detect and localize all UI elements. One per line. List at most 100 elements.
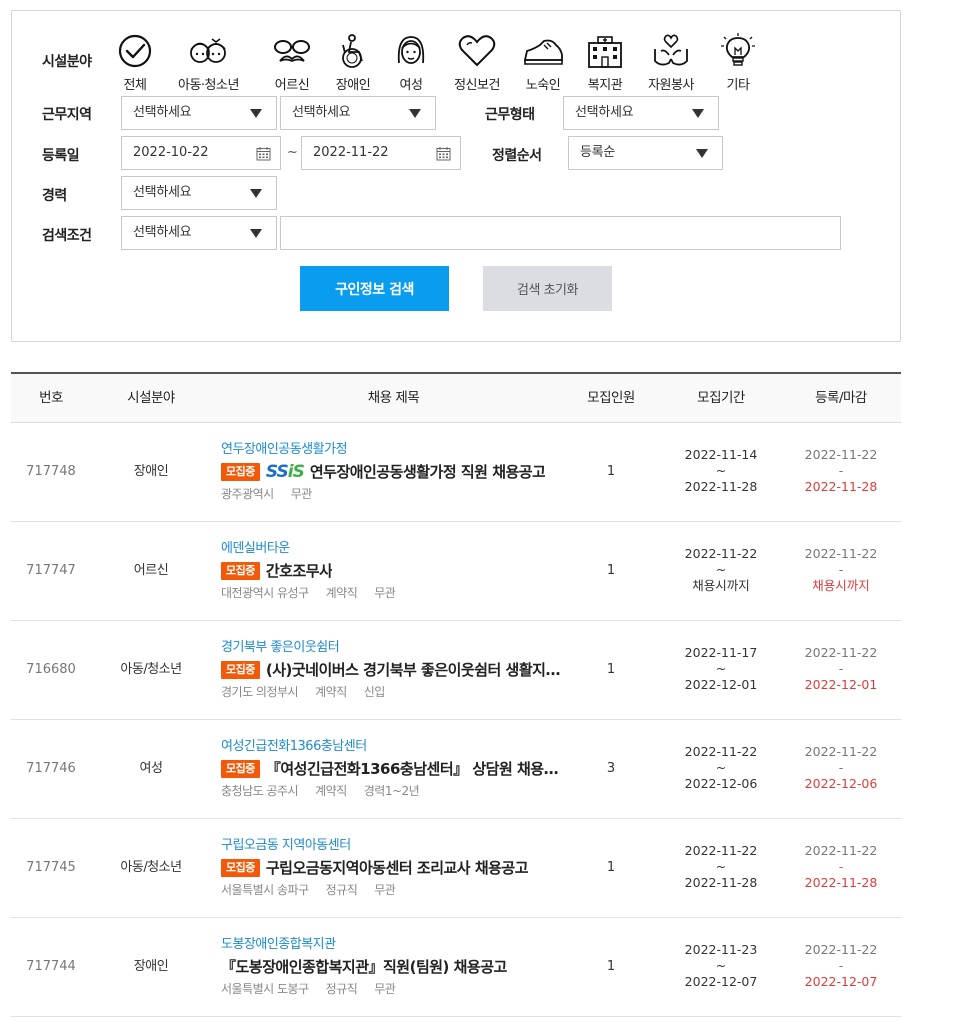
category-women[interactable]: 여성 [381, 33, 441, 93]
recruiting-badge: 모집중 [221, 858, 260, 877]
row-title-cell: 여성긴급전화1366충남센터 모집중 『여성긴급전화1366충남센터』 상담원 … [221, 737, 566, 801]
category-all[interactable]: 전체 [105, 33, 165, 93]
row-period-end: 채용시까지 [692, 578, 750, 593]
row-no: 716680 [26, 662, 76, 677]
row-period: 2022-11-14 ~ 2022-11-28 [671, 447, 771, 495]
row-period-sep: ~ [715, 859, 727, 874]
row-period-start: 2022-11-14 [684, 447, 758, 462]
date-to-input[interactable]: 2022-11-22 [301, 136, 461, 170]
table-row[interactable]: 717744 장애인 도봉장애인종합복지관 『도봉장애인종합복지관』직원(팀원)… [11, 918, 901, 1017]
row-title-line: 모집중 『여성긴급전화1366충남센터』 상담원 채용공고 [221, 756, 566, 781]
row-period-start: 2022-11-22 [684, 843, 758, 858]
row-title-link[interactable]: (사)굿네이버스 경기북부 좋은이웃쉼터 생활지도원 채용 [266, 659, 566, 680]
calendar-icon[interactable] [436, 146, 451, 161]
row-reg-sep: - [838, 958, 844, 973]
region-select-2[interactable]: 선택하세요 [280, 96, 436, 130]
worktype-select[interactable]: 선택하세요 [563, 96, 719, 130]
row-count: 1 [606, 563, 616, 578]
row-period: 2022-11-17 ~ 2022-12-01 [671, 645, 771, 693]
lightbulb-icon [721, 33, 755, 66]
row-org-link[interactable]: 경기북부 좋은이웃쉼터 [221, 638, 566, 657]
row-title-cell: 도봉장애인종합복지관 『도봉장애인종합복지관』직원(팀원) 채용공고 서울특별시… [221, 935, 566, 999]
row-deadline: 2022-12-01 [804, 677, 878, 692]
table-row[interactable]: 717747 어르신 에덴실버타운 모집중 간호조무사 대전광역시 유성구 계약… [11, 522, 901, 621]
row-meta-region: 대전광역시 유성구 [221, 586, 309, 600]
row-title-link[interactable]: 연두장애인공동생활가정 직원 채용공고 [310, 461, 546, 482]
row-period-sep: ~ [715, 760, 727, 775]
row-period: 2022-11-22 ~ 2022-11-28 [671, 843, 771, 891]
category-welfare-center[interactable]: 복지관 [575, 33, 635, 93]
date-from-input[interactable]: 2022-10-22 [121, 136, 281, 170]
row-meta-type: 계약직 [325, 586, 358, 600]
row-reg: 2022-11-22 - 2022-12-07 [791, 942, 891, 990]
keyword-input[interactable] [280, 216, 841, 250]
category-mental-health[interactable]: 정신보건 [447, 33, 507, 93]
row-reg-date: 2022-11-22 [804, 645, 878, 660]
row-period-end: 2022-12-07 [684, 974, 758, 989]
header-no: 번호 [39, 390, 63, 406]
dropdown-arrow-icon [250, 109, 262, 118]
dropdown-arrow-icon [409, 109, 421, 118]
row-org-link[interactable]: 구립오금동 지역아동센터 [221, 836, 566, 855]
table-row[interactable]: 717745 아동/청소년 구립오금동 지역아동센터 모집중 구립오금동지역아동… [11, 819, 901, 918]
row-deadline: 2022-11-28 [804, 479, 878, 494]
row-category: 장애인 [133, 959, 169, 974]
category-volunteer[interactable]: 자원봉사 [641, 33, 701, 93]
row-org-link[interactable]: 연두장애인공동생활가정 [221, 440, 566, 459]
dropdown-arrow-icon [250, 189, 262, 198]
sort-select[interactable]: 등록순 [568, 136, 723, 170]
row-period-sep: ~ [715, 562, 727, 577]
row-meta-region: 충청남도 공주시 [221, 784, 299, 798]
category-label-text: 여성 [399, 78, 423, 93]
condition-label: 검색조건 [42, 228, 92, 244]
row-category: 장애인 [133, 464, 169, 479]
category-etc[interactable]: 기타 [708, 33, 768, 93]
region-select-1[interactable]: 선택하세요 [121, 96, 277, 130]
table-row[interactable]: 717748 장애인 연두장애인공동생활가정 모집중 SSiS 연두장애인공동생… [11, 423, 901, 522]
row-category: 여성 [139, 761, 163, 776]
row-meta-career: 신입 [363, 685, 386, 699]
date-label: 등록일 [42, 148, 80, 164]
dropdown-arrow-icon [250, 229, 262, 238]
category-disabled[interactable]: 장애인 [323, 33, 383, 93]
condition-select[interactable]: 선택하세요 [121, 216, 277, 250]
table-row[interactable]: 717746 여성 여성긴급전화1366충남센터 모집중 『여성긴급전화1366… [11, 720, 901, 819]
row-count: 1 [606, 662, 616, 677]
category-children[interactable]: 아동·청소년 [178, 33, 239, 93]
row-title-link[interactable]: 간호조무사 [266, 560, 333, 581]
career-label: 경력 [42, 188, 67, 204]
row-title-cell: 에덴실버타운 모집중 간호조무사 대전광역시 유성구 계약직 무관 [221, 539, 566, 603]
table-row[interactable]: 716680 아동/청소년 경기북부 좋은이웃쉼터 모집중 (사)굿네이버스 경… [11, 621, 901, 720]
row-org-link[interactable]: 여성긴급전화1366충남센터 [221, 737, 566, 756]
children-icon [190, 38, 226, 63]
row-period: 2022-11-22 ~ 2022-12-06 [671, 744, 771, 792]
row-period-end: 2022-12-01 [684, 677, 758, 692]
row-title-link[interactable]: 『여성긴급전화1366충남센터』 상담원 채용공고 [266, 758, 566, 779]
search-button[interactable]: 구인정보 검색 [300, 266, 449, 311]
row-meta: 충청남도 공주시 계약직 경력1~2년 [221, 781, 566, 801]
reset-button[interactable]: 검색 초기화 [483, 266, 612, 311]
region-label: 근무지역 [42, 107, 92, 123]
category-homeless[interactable]: 노숙인 [513, 33, 573, 93]
career-select[interactable]: 선택하세요 [121, 176, 277, 210]
row-title-link[interactable]: 구립오금동지역아동센터 조리교사 채용공고 [266, 857, 528, 878]
header-category: 시설분야 [127, 390, 175, 406]
row-meta: 서울특별시 송파구 정규직 무관 [221, 880, 566, 900]
row-period-start: 2022-11-22 [684, 744, 758, 759]
category-label: 시설분야 [42, 54, 92, 70]
row-title-cell: 구립오금동 지역아동센터 모집중 구립오금동지역아동센터 조리교사 채용공고 서… [221, 836, 566, 900]
row-no: 717747 [26, 563, 76, 578]
row-title-cell: 경기북부 좋은이웃쉼터 모집중 (사)굿네이버스 경기북부 좋은이웃쉼터 생활지… [221, 638, 566, 702]
category-senior[interactable]: 어르신 [262, 33, 322, 93]
row-title-link[interactable]: 『도봉장애인종합복지관』직원(팀원) 채용공고 [221, 956, 507, 977]
row-reg: 2022-11-22 - 2022-12-06 [791, 744, 891, 792]
row-meta: 서울특별시 도봉구 정규직 무관 [221, 979, 566, 999]
row-deadline: 2022-12-06 [804, 776, 878, 791]
row-count: 1 [606, 860, 616, 875]
row-meta: 대전광역시 유성구 계약직 무관 [221, 583, 566, 603]
recruiting-badge: 모집중 [221, 759, 260, 778]
region-select-2-value: 선택하세요 [292, 105, 351, 120]
row-org-link[interactable]: 도봉장애인종합복지관 [221, 935, 566, 954]
row-org-link[interactable]: 에덴실버타운 [221, 539, 566, 558]
calendar-icon[interactable] [256, 146, 271, 161]
